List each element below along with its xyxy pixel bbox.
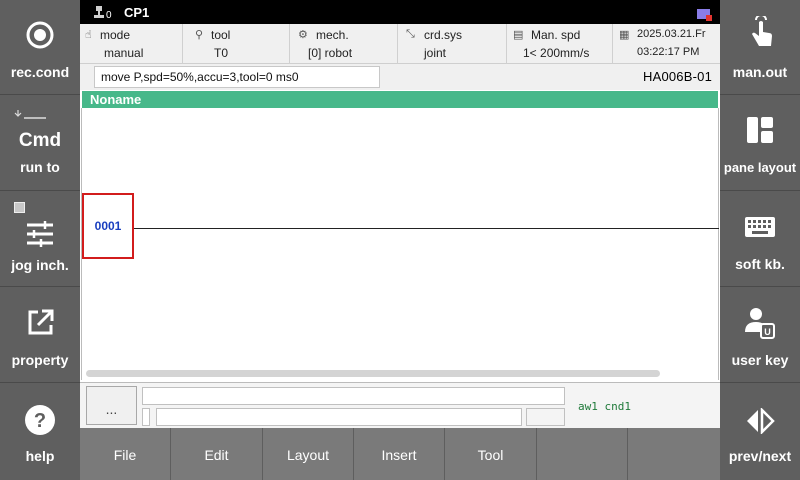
horizontal-scrollbar[interactable] xyxy=(86,370,660,377)
top-status-bar: 0 CP1 xyxy=(80,0,720,24)
input-field-main[interactable] xyxy=(156,408,522,426)
cmd-label: Cmd xyxy=(18,130,62,151)
soft-kb-button[interactable]: soft kb. xyxy=(720,192,800,287)
menu-tool[interactable]: Tool xyxy=(445,428,537,480)
input-area: ... aw1 cnd1 xyxy=(80,382,720,428)
mode-value: manual xyxy=(104,46,144,60)
crd-sys-title: crd.sys xyxy=(424,28,463,42)
calendar-icon: ▦ xyxy=(619,29,630,41)
user-key-label: user key xyxy=(731,352,789,368)
bottom-menu: File Edit Layout Insert Tool xyxy=(80,428,720,480)
menu-edit[interactable]: Edit xyxy=(171,428,263,480)
datetime-field: ▦ 2025.03.21.Fr 03:22:17 PM xyxy=(613,24,720,64)
run-to-label: run to xyxy=(20,159,60,175)
prev-next-icon xyxy=(720,408,800,434)
man-out-button[interactable]: man.out xyxy=(720,0,800,95)
input-field-side[interactable] xyxy=(526,408,565,426)
right-side-panel: man.out pane layout soft kb. U user key … xyxy=(720,0,800,480)
property-label: property xyxy=(11,352,69,368)
user-key-button[interactable]: U user key xyxy=(720,288,800,383)
step-number: 0001 xyxy=(94,219,122,233)
more-button[interactable]: ... xyxy=(86,386,137,425)
menu-insert[interactable]: Insert xyxy=(354,428,445,480)
man-out-label: man.out xyxy=(732,64,788,80)
help-label: help xyxy=(25,448,55,464)
left-side-panel: rec.cond Cmd run to jog inch. property ?… xyxy=(0,0,80,480)
pane-layout-button[interactable]: pane layout xyxy=(720,96,800,191)
tool-title: tool xyxy=(211,28,231,42)
controller-name: CP1 xyxy=(124,5,150,20)
speed-icon: ▤ xyxy=(513,29,524,41)
crd-sys-value: joint xyxy=(424,46,447,60)
menu-file[interactable]: File xyxy=(80,428,171,480)
robot-icon xyxy=(92,5,106,24)
mech-field[interactable]: ⚙ mech. [0] robot xyxy=(290,24,398,64)
menu-empty-1[interactable] xyxy=(537,428,628,480)
layout-icon xyxy=(720,116,800,144)
input-field-marker xyxy=(142,408,150,426)
record-icon xyxy=(0,20,80,50)
svg-text:U: U xyxy=(764,327,771,337)
step-line xyxy=(134,228,719,229)
jog-indicator xyxy=(14,202,25,213)
man-spd-value: 1< 200mm/s xyxy=(523,46,590,60)
touch-icon xyxy=(720,16,800,52)
date-text: 2025.03.21.Fr xyxy=(637,28,706,40)
status-fields: ☝ mode manual ⚲ tool T0 ⚙ mech. [0] robo… xyxy=(80,24,720,64)
program-editor[interactable] xyxy=(81,108,719,380)
tool-field[interactable]: ⚲ tool T0 xyxy=(183,24,290,64)
prev-next-label: prev/next xyxy=(728,448,792,464)
input-field-top[interactable] xyxy=(142,387,565,405)
svg-text:?: ? xyxy=(34,410,46,432)
menu-empty-2[interactable] xyxy=(628,428,720,480)
help-button[interactable]: ? help xyxy=(0,384,80,480)
controller-index: 0 xyxy=(106,10,112,21)
tool-value: T0 xyxy=(214,46,229,60)
step-cursor[interactable]: 0001 xyxy=(82,193,134,259)
sliders-icon xyxy=(0,220,80,248)
hand-icon: ☝ xyxy=(85,29,92,41)
command-line[interactable]: move P,spd=50%,accu=3,tool=0 ms0 xyxy=(94,66,380,88)
mech-value: [0] robot xyxy=(308,46,353,60)
robot-id: HA006B-01 xyxy=(642,69,712,84)
alarm-flag-icon[interactable] xyxy=(697,9,712,21)
rec-cond-label: rec.cond xyxy=(10,64,70,80)
property-button[interactable]: property xyxy=(0,288,80,383)
program-title: Noname xyxy=(82,91,718,108)
help-icon: ? xyxy=(0,404,80,436)
mode-title: mode xyxy=(100,28,131,42)
jog-inch-button[interactable]: jog inch. xyxy=(0,192,80,287)
wrench-icon: ⚲ xyxy=(195,29,204,41)
rec-cond-button[interactable]: rec.cond xyxy=(0,0,80,95)
jog-inch-label: jog inch. xyxy=(11,257,69,273)
keyboard-icon xyxy=(720,216,800,238)
step-icon xyxy=(0,110,80,120)
time-text: 03:22:17 PM xyxy=(637,46,700,58)
user-key-icon: U xyxy=(720,306,800,340)
menu-layout[interactable]: Layout xyxy=(263,428,354,480)
mode-field[interactable]: ☝ mode manual xyxy=(80,24,183,64)
condition-status: aw1 cnd1 xyxy=(578,400,631,413)
pane-layout-label: pane layout xyxy=(723,160,797,175)
cmd-run-to-button[interactable]: Cmd run to xyxy=(0,96,80,191)
man-spd-title: Man. spd xyxy=(531,28,581,42)
axis-icon: ⤡ xyxy=(406,28,415,40)
soft-kb-label: soft kb. xyxy=(735,256,785,272)
external-link-icon xyxy=(0,308,80,338)
man-spd-field[interactable]: ▤ Man. spd 1< 200mm/s xyxy=(507,24,613,64)
mech-title: mech. xyxy=(316,28,349,42)
prev-next-button[interactable]: prev/next xyxy=(720,384,800,480)
command-row: move P,spd=50%,accu=3,tool=0 ms0 HA006B-… xyxy=(80,64,720,90)
mech-icon: ⚙ xyxy=(298,29,308,41)
crd-sys-field[interactable]: ⤡ crd.sys joint xyxy=(398,24,507,64)
